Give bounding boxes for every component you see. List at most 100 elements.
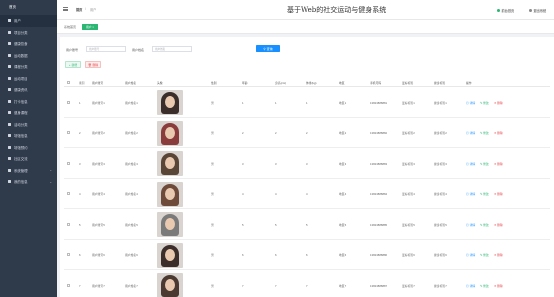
logout-button[interactable]: 退出系统 — [529, 8, 546, 13]
row-checkbox[interactable] — [67, 100, 70, 104]
row-hobby: 爱好标签4 — [402, 192, 415, 196]
search-button[interactable]: ⚲ 查询 — [256, 45, 280, 52]
row-index: 5 — [79, 222, 81, 227]
row-region: 地区2 — [339, 131, 347, 135]
sidebar-item[interactable]: 活动分类 — [0, 119, 57, 131]
sidebar-item[interactable]: 项目分类 — [0, 27, 57, 39]
menu-toggle-icon[interactable] — [63, 7, 68, 11]
trash-icon: 🗑 — [87, 62, 92, 67]
col-region[interactable]: 地区 — [339, 81, 345, 85]
col-height[interactable]: 身高(cm) — [275, 81, 286, 85]
row-height: 6 — [275, 253, 277, 257]
col-account[interactable]: 用户账号 — [92, 81, 103, 85]
sidebar-item[interactable]: 健身课程 — [0, 107, 57, 119]
edit-button[interactable]: ✎ 修改 — [480, 223, 489, 227]
delete-button[interactable]: ✕ 删除 — [494, 101, 503, 105]
select-all-checkbox[interactable] — [67, 80, 70, 84]
row-checkbox[interactable] — [67, 283, 70, 287]
avatar[interactable] — [157, 120, 183, 146]
detail-button[interactable]: ◎ 详情 — [466, 131, 475, 135]
row-account: 用户账号7 — [92, 283, 105, 288]
chevron-down-icon: ⌄ — [49, 179, 52, 184]
row-index: 6 — [79, 253, 81, 257]
avatar[interactable] — [157, 273, 183, 297]
sidebar-item[interactable]: 运动数据 — [0, 50, 57, 62]
avatar[interactable] — [157, 212, 183, 237]
avatar[interactable] — [157, 181, 183, 207]
avatar[interactable] — [157, 242, 183, 268]
row-checkbox[interactable] — [67, 253, 70, 256]
batch-delete-label: 删除 — [92, 62, 99, 67]
frontend-home-button[interactable]: 前台首页 — [497, 8, 514, 13]
sidebar-item[interactable]: 场馆信息 — [0, 130, 57, 142]
row-checkbox[interactable] — [67, 222, 70, 226]
row-checkbox[interactable] — [67, 192, 70, 195]
sidebar-item[interactable]: 健康饮食 — [0, 38, 57, 50]
row-checkbox[interactable] — [67, 161, 70, 165]
delete-button[interactable]: ✕ 删除 — [494, 253, 503, 257]
edit-button[interactable]: ✎ 修改 — [480, 101, 489, 105]
col-fitness[interactable]: 健身标签 — [434, 81, 445, 85]
sidebar-item[interactable]: 社区交流 — [0, 153, 57, 165]
search-button-label: 查询 — [266, 46, 273, 51]
detail-button[interactable]: ◎ 详情 — [466, 284, 475, 288]
table-row: 2 用户账号2 用户姓名2 男 2 2 2 地区2 13823888882 爱好标签2 健身标签2 ◎… — [64, 118, 550, 148]
row-hobby: 爱好标签6 — [402, 253, 415, 257]
menu-grid-icon — [8, 42, 11, 46]
edit-button[interactable]: ✎ 修改 — [480, 192, 489, 196]
edit-button[interactable]: ✎ 修改 — [480, 284, 489, 288]
avatar-face — [165, 248, 175, 261]
menu-grid-icon — [8, 99, 11, 103]
batch-delete-button[interactable]: 🗑 删除 — [85, 61, 101, 68]
detail-button-label: 详情 — [469, 161, 476, 166]
sidebar-item[interactable]: 系统管理 ⌄ — [0, 165, 57, 177]
sidebar-item[interactable]: 用户 — [0, 15, 57, 27]
breadcrumb-home[interactable]: 首页 — [76, 7, 82, 12]
edit-button[interactable]: ✎ 修改 — [480, 131, 489, 135]
delete-button[interactable]: ✕ 删除 — [494, 131, 503, 135]
tab-system-home[interactable]: 系统首页 — [64, 25, 76, 29]
sidebar-item[interactable]: 课程分类 — [0, 61, 57, 73]
sidebar-item[interactable]: 我的信息 ⌄ — [0, 176, 57, 188]
avatar[interactable] — [157, 90, 183, 115]
name-search-input[interactable]: 用户姓名 — [152, 46, 192, 52]
edit-button-label: 修改 — [483, 283, 489, 288]
menu-grid-icon — [8, 53, 11, 57]
sidebar-title[interactable]: 首页 — [0, 0, 57, 15]
delete-button-label: 删除 — [497, 100, 503, 105]
add-button[interactable]: + 新增 — [65, 61, 81, 68]
tab-users[interactable]: 用户 × — [82, 23, 98, 30]
row-height: 2 — [275, 131, 277, 135]
col-age[interactable]: 年龄 — [242, 81, 248, 85]
col-weight[interactable]: 体重(kg) — [306, 81, 316, 85]
edit-button[interactable]: ✎ 修改 — [480, 253, 489, 257]
top-header: 首页 / 用户 基于Web的社交运动与健身系统 前台首页 退出系统 — [57, 0, 554, 20]
sidebar-menu: 用户 项目分类 健康饮食 运动数据 课程分类 运动项目 健康资讯 打卡信息 健身课程 活动分类 场馆… — [0, 15, 57, 188]
tab-bar: 系统首页 用户 × — [57, 20, 554, 34]
detail-button[interactable]: ◎ 详情 — [466, 192, 475, 196]
row-account: 用户账号2 — [92, 131, 105, 135]
avatar-face — [165, 218, 175, 230]
col-gender[interactable]: 性别 — [211, 81, 217, 85]
delete-button[interactable]: ✕ 删除 — [494, 223, 503, 227]
sidebar-item[interactable]: 打卡信息 — [0, 96, 57, 108]
sidebar-item[interactable]: 健康资讯 — [0, 84, 57, 96]
detail-button[interactable]: ◎ 详情 — [466, 101, 475, 105]
delete-button[interactable]: ✕ 删除 — [494, 192, 503, 196]
detail-button[interactable]: ◎ 详情 — [466, 223, 475, 227]
col-phone[interactable]: 手机号码 — [370, 81, 381, 85]
edit-button[interactable]: ✎ 修改 — [480, 162, 489, 166]
sidebar-item[interactable]: 场馆预约 — [0, 142, 57, 154]
account-search-input[interactable]: 用户账号 — [86, 46, 126, 52]
detail-button[interactable]: ◎ 详情 — [466, 253, 475, 257]
delete-button[interactable]: ✕ 删除 — [494, 284, 503, 288]
col-name[interactable]: 用户姓名 — [125, 81, 136, 85]
sidebar-item[interactable]: 运动项目 — [0, 73, 57, 85]
sidebar-item-label: 课程分类 — [14, 65, 28, 70]
delete-button[interactable]: ✕ 删除 — [494, 162, 503, 166]
row-checkbox[interactable] — [67, 131, 70, 134]
breadcrumb-current: 用户 — [90, 8, 97, 12]
col-hobby[interactable]: 爱好标签 — [402, 81, 413, 85]
detail-button[interactable]: ◎ 详情 — [466, 162, 475, 166]
avatar[interactable] — [157, 151, 183, 176]
